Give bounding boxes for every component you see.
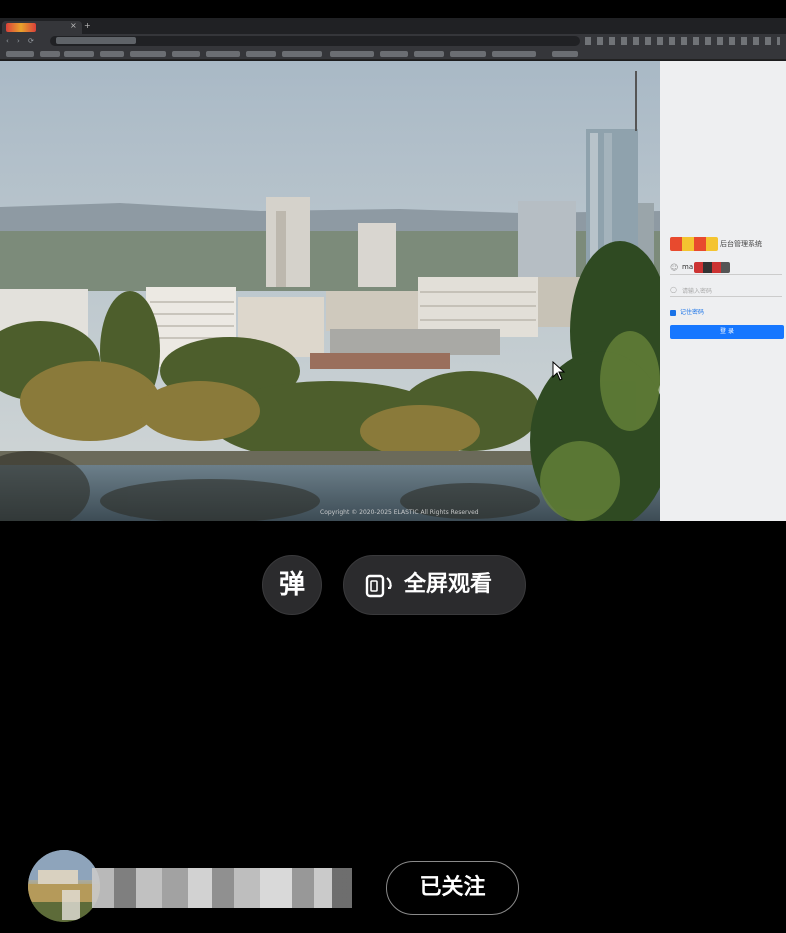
username-value: ma: [682, 263, 694, 271]
author-name-redacted[interactable]: [92, 868, 352, 908]
checkbox-icon: [670, 309, 676, 316]
browser-nav-icons: ‹ › ⟳: [6, 37, 37, 45]
danmaku-toggle-button[interactable]: 弹: [262, 555, 322, 615]
password-placeholder: 请输入密码: [682, 288, 713, 295]
lock-icon: ○: [670, 285, 677, 294]
brand-logo-icon: [670, 237, 718, 251]
address-bar-url: [56, 37, 136, 44]
login-page: Copyright © 2020-2025 ELASTIC All Rights…: [0, 61, 786, 521]
author-avatar[interactable]: [28, 850, 100, 922]
close-icon: ×: [70, 21, 77, 30]
bookmarks-bar: [0, 48, 786, 60]
rotate-fullscreen-icon: [364, 572, 394, 604]
user-icon: ☺: [670, 263, 679, 272]
system-title: 后台管理系统: [720, 240, 762, 248]
browser-toolbar: ‹ › ⟳: [0, 34, 786, 48]
remember-label: 记住密码: [680, 309, 705, 316]
video-player[interactable]: × + ‹ › ⟳ Copyright © 2020-2025 ELASTIC …: [0, 18, 786, 521]
password-field: ○ 请输入密码: [670, 283, 782, 297]
new-tab-icon: +: [84, 21, 91, 30]
login-logo: 后台管理系统: [670, 237, 780, 251]
address-bar: [50, 36, 580, 46]
fullscreen-button[interactable]: 全屏观看: [343, 555, 526, 615]
extension-icons: [585, 37, 780, 45]
copyright-text: Copyright © 2020-2025 ELASTIC All Rights…: [320, 509, 479, 516]
login-panel: 后台管理系统 ☺ ma ○ 请输入密码 记住密码 登 录: [660, 61, 786, 521]
remember-password-checkbox: 记住密码: [670, 307, 704, 316]
redacted-username-icon: [694, 262, 730, 273]
browser-tab-bar: × +: [0, 18, 786, 34]
tab-favicon-icon: [6, 23, 36, 32]
city-photo: [0, 61, 660, 521]
login-button: 登 录: [670, 325, 784, 339]
username-field: ☺ ma: [670, 261, 782, 275]
follow-button[interactable]: 已关注: [386, 861, 519, 915]
browser-tab: ×: [2, 21, 82, 34]
mouse-cursor-icon: [552, 360, 566, 385]
fullscreen-label: 全屏观看: [404, 572, 493, 597]
